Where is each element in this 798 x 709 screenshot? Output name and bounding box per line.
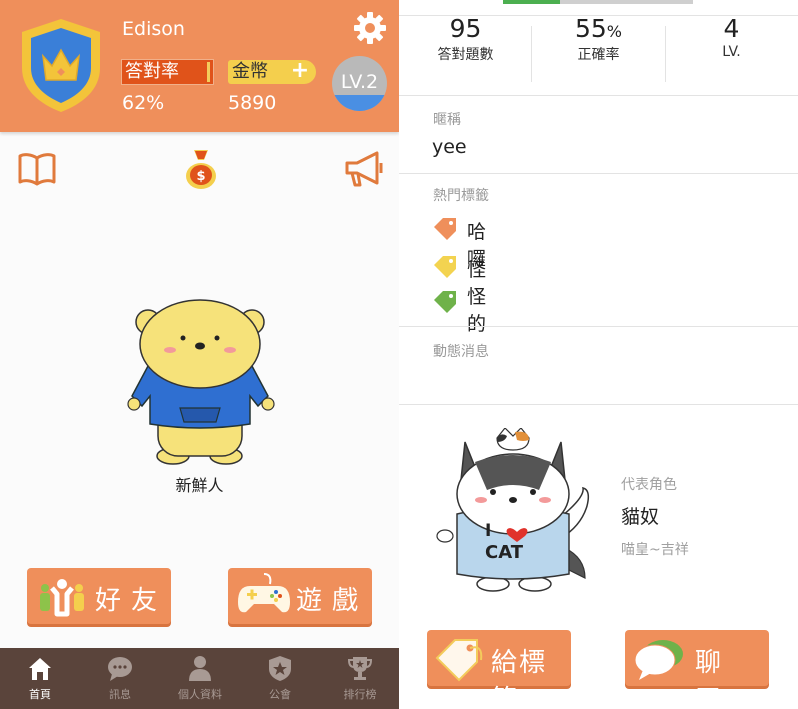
profile-header: Edison 答對率 62% 金幣 + 5890 LV.2: [0, 0, 399, 132]
chat-button[interactable]: 聊 天: [625, 630, 769, 709]
username: Edison: [122, 18, 185, 40]
give-tag-button-label: 給標籤: [491, 648, 548, 709]
bear-character-image: [127, 299, 275, 465]
home-screen: Edison 答對率 62% 金幣 + 5890 LV.2 $ 新鮮人 好友 遊…: [0, 0, 399, 709]
settings-gear-icon[interactable]: [352, 10, 388, 46]
tags-section-title: 熱門標籤: [433, 188, 489, 204]
friends-button[interactable]: 好友: [27, 568, 171, 624]
level-value: 4: [723, 14, 740, 43]
divider: [399, 173, 798, 174]
rank-shield-icon: [22, 19, 100, 112]
give-tag-button[interactable]: 給標籤: [427, 630, 571, 709]
tab-home[interactable]: 首頁: [0, 648, 80, 709]
guild-shield-icon: [269, 656, 291, 681]
character-description: 喵皇~吉祥: [621, 542, 689, 558]
tab-messages[interactable]: 訊息: [80, 648, 160, 709]
answer-rate-label: 答對率: [121, 59, 214, 85]
home-icon: [29, 658, 51, 680]
accuracy-value: 55: [574, 14, 607, 43]
tab-messages-label: 訊息: [109, 688, 131, 701]
tab-guild-label: 公會: [269, 688, 291, 701]
accuracy-stat: 55% 正確率: [532, 14, 665, 64]
svg-text:$: $: [196, 169, 205, 184]
coin-value: 5890: [228, 92, 277, 114]
bottom-tab-bar: 首頁 訊息 個人資料 公會 排行榜: [0, 648, 399, 709]
character-title: 新鮮人: [175, 476, 224, 495]
divider: [399, 95, 798, 96]
accuracy-unit: %: [606, 22, 622, 41]
answer-rate-value: 62%: [122, 92, 165, 114]
games-button-label: 遊戲: [296, 586, 369, 616]
tag-icon: [434, 256, 456, 278]
level-label: LV.: [722, 44, 741, 60]
divider: [399, 404, 798, 405]
book-icon[interactable]: [17, 151, 57, 187]
correct-count-value: 95: [449, 14, 482, 43]
nickname-value: yee: [432, 136, 467, 158]
chat-button-label: 聊 天: [695, 648, 728, 709]
tab-leaderboard[interactable]: 排行榜: [320, 648, 399, 709]
divider: [399, 326, 798, 327]
nickname-section-title: 暱稱: [433, 112, 461, 128]
games-button[interactable]: 遊戲: [228, 568, 372, 624]
shirt-text-line1: I: [485, 521, 491, 541]
chat-bubble-icon: [634, 640, 683, 680]
level-progress-bar: [503, 0, 693, 4]
level-progress-fill: [332, 94, 387, 111]
level-stat: 4 LV.: [665, 14, 798, 60]
tab-home-label: 首頁: [29, 688, 51, 701]
character-label: 代表角色: [621, 477, 677, 493]
character-name: 貓奴: [621, 506, 660, 528]
add-coin-button[interactable]: +: [289, 60, 311, 83]
money-bag-icon[interactable]: $: [182, 146, 220, 190]
accuracy-label: 正確率: [577, 47, 620, 63]
person-icon: [189, 656, 211, 681]
profile-screen: 95 答對題數 55% 正確率 4 LV. 暱稱 yee 熱門標籤 哈囉 怪怪的…: [399, 0, 798, 709]
level-badge: LV.2: [332, 56, 387, 111]
activity-section-title: 動態消息: [433, 344, 489, 360]
friends-icon: [40, 579, 84, 617]
chat-icon: [108, 657, 132, 681]
price-tag-icon: [435, 639, 483, 682]
tag-icon: [434, 218, 456, 240]
tag-text: 怪怪的: [467, 259, 487, 335]
correct-count-label: 答對題數: [437, 47, 494, 63]
friends-button-label: 好友: [95, 586, 168, 616]
level-text: LV.2: [340, 71, 379, 93]
tab-profile[interactable]: 個人資料: [160, 648, 240, 709]
tag-icon: [434, 291, 456, 313]
husky-character-image: I CAT: [436, 428, 590, 592]
tab-guild[interactable]: 公會: [240, 648, 320, 709]
tab-profile-label: 個人資料: [178, 688, 222, 701]
tab-leaderboard-label: 排行榜: [343, 688, 377, 701]
megaphone-icon[interactable]: [343, 149, 385, 189]
gamepad-icon: [238, 573, 290, 613]
trophy-icon: [347, 657, 373, 680]
level-progress-fill: [503, 0, 560, 4]
correct-count-stat: 95 答對題數: [399, 14, 532, 64]
shirt-text-line2: CAT: [485, 542, 524, 563]
